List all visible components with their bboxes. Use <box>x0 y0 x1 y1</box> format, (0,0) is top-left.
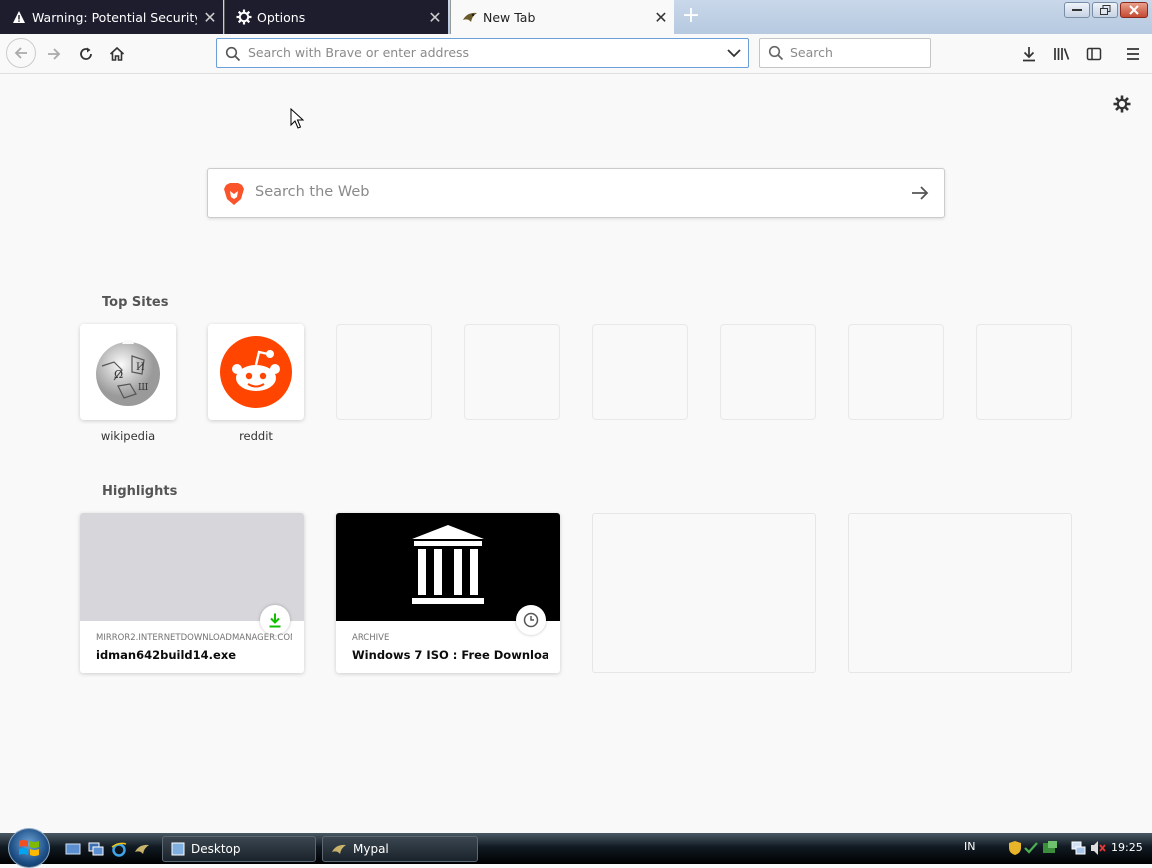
hamburger-menu-icon <box>1127 48 1139 60</box>
highlight-card-download[interactable]: MIRROR2.INTERNETDOWNLOADMANAGER.COM idma… <box>80 513 304 673</box>
close-tab-icon[interactable]: ✕ <box>197 8 223 27</box>
download-icon <box>260 605 290 635</box>
top-site-tile-empty <box>336 324 432 420</box>
internet-explorer-icon[interactable] <box>111 841 127 857</box>
highlight-card-empty <box>592 513 816 673</box>
close-tab-icon[interactable]: ✕ <box>648 8 674 27</box>
url-bar[interactable] <box>216 38 749 68</box>
tab-strip: Warning: Potential Security Risk Ahead ✕… <box>0 0 1152 34</box>
close-window-button[interactable] <box>1120 2 1148 18</box>
warning-icon <box>8 10 30 24</box>
top-sites-title: Top Sites <box>102 295 169 310</box>
taskbar-item-desktop[interactable]: Desktop <box>162 836 316 862</box>
top-site-tile-empty <box>464 324 560 420</box>
svg-text:Ш: Ш <box>138 383 148 393</box>
highlight-title: idman642build14.exe <box>96 648 237 662</box>
home-button[interactable] <box>103 40 131 68</box>
sidebar-icon <box>1086 47 1102 61</box>
web-search-input[interactable] <box>255 184 875 200</box>
svg-text:Ω: Ω <box>114 368 123 381</box>
top-site-label: wikipedia <box>100 429 156 443</box>
clock[interactable]: 19:25 <box>1111 841 1143 854</box>
top-site-tile-empty <box>592 324 688 420</box>
start-button[interactable] <box>8 828 50 868</box>
brave-lion-icon <box>223 182 245 210</box>
switch-windows-icon[interactable] <box>88 841 104 857</box>
back-button[interactable] <box>6 38 36 68</box>
restore-button[interactable] <box>1092 2 1118 18</box>
forward-button[interactable] <box>40 40 68 68</box>
gear-icon <box>233 9 255 25</box>
highlights-title: Highlights <box>102 484 178 499</box>
show-desktop-icon[interactable] <box>65 841 81 857</box>
security-shield-icon <box>1009 841 1021 855</box>
wikipedia-logo-icon: Ω И Ш <box>96 340 160 406</box>
mypal-icon <box>332 844 346 854</box>
tab-title: Warning: Potential Security Risk Ahead <box>32 9 197 25</box>
highlight-title: Windows 7 ISO : Free Download, Borrow, a… <box>352 648 548 662</box>
taskbar-item-mypal[interactable]: Mypal <box>322 836 478 862</box>
language-indicator[interactable]: IN <box>964 840 975 853</box>
tab-warning[interactable]: Warning: Potential Security Risk Ahead ✕ <box>0 0 223 34</box>
reload-button[interactable] <box>72 40 100 68</box>
download-icon <box>1023 47 1035 62</box>
arrow-right-icon[interactable] <box>910 183 930 207</box>
top-site-tile-empty <box>848 324 944 420</box>
taskbar: Desktop Mypal IN 19:25 <box>0 828 1152 868</box>
top-site-label: reddit <box>239 429 273 443</box>
tab-options[interactable]: Options ✕ <box>224 0 448 34</box>
library-button[interactable] <box>1048 40 1076 68</box>
top-site-tile-empty <box>976 324 1072 420</box>
back-arrow-icon <box>14 47 27 59</box>
forward-arrow-icon <box>48 48 61 60</box>
window-controls <box>1064 2 1148 18</box>
network-icon <box>1071 841 1086 855</box>
new-tab-plus-icon[interactable]: + <box>680 4 702 28</box>
taskbar-item-label: Mypal <box>353 842 389 856</box>
taskbar-item-label: Desktop <box>191 842 241 856</box>
top-site-tile-empty <box>720 324 816 420</box>
sidebar-button[interactable] <box>1080 40 1108 68</box>
top-site-tile-wikipedia[interactable]: Ω И Ш <box>80 324 176 420</box>
mypal-icon[interactable] <box>134 841 150 857</box>
library-icon <box>1054 48 1070 60</box>
search-input[interactable] <box>790 45 920 60</box>
tab-new-tab[interactable]: New Tab ✕ <box>450 0 674 34</box>
minimize-button[interactable] <box>1064 2 1090 18</box>
tab-title: New Tab <box>483 9 536 25</box>
desktop-icon <box>171 842 185 856</box>
reload-icon <box>80 47 92 60</box>
volume-muted-icon <box>1091 841 1106 855</box>
search-icon <box>768 45 784 61</box>
tab-title: Options <box>257 9 306 25</box>
update-icon <box>1043 841 1057 853</box>
menu-button[interactable] <box>1119 40 1147 68</box>
navigation-toolbar <box>0 34 1152 74</box>
url-input[interactable] <box>248 45 718 60</box>
mouse-cursor-icon <box>290 107 305 134</box>
highlight-card-empty <box>848 513 1072 673</box>
checkmark-icon <box>1024 842 1038 854</box>
home-icon <box>109 46 125 61</box>
highlight-host: ARCHIVE <box>352 633 390 643</box>
highlight-host: MIRROR2.INTERNETDOWNLOADMANAGER.COM <box>96 633 292 643</box>
web-search-box[interactable] <box>207 168 945 218</box>
search-icon <box>225 46 241 62</box>
chevron-down-icon <box>727 49 741 58</box>
customize-gear-icon[interactable] <box>1112 94 1132 118</box>
svg-text:И: И <box>136 362 145 373</box>
downloads-button[interactable] <box>1015 40 1043 68</box>
close-tab-icon[interactable]: ✕ <box>422 8 448 27</box>
mypal-icon <box>459 10 481 24</box>
reddit-logo-icon <box>220 336 292 408</box>
highlight-card-archive[interactable]: ARCHIVE Windows 7 ISO : Free Download, B… <box>336 513 560 673</box>
search-bar[interactable] <box>759 38 931 68</box>
windows-logo-icon <box>19 840 39 856</box>
top-site-tile-reddit[interactable] <box>208 324 304 420</box>
clock-icon <box>516 605 546 635</box>
archive-building-icon <box>412 525 484 604</box>
